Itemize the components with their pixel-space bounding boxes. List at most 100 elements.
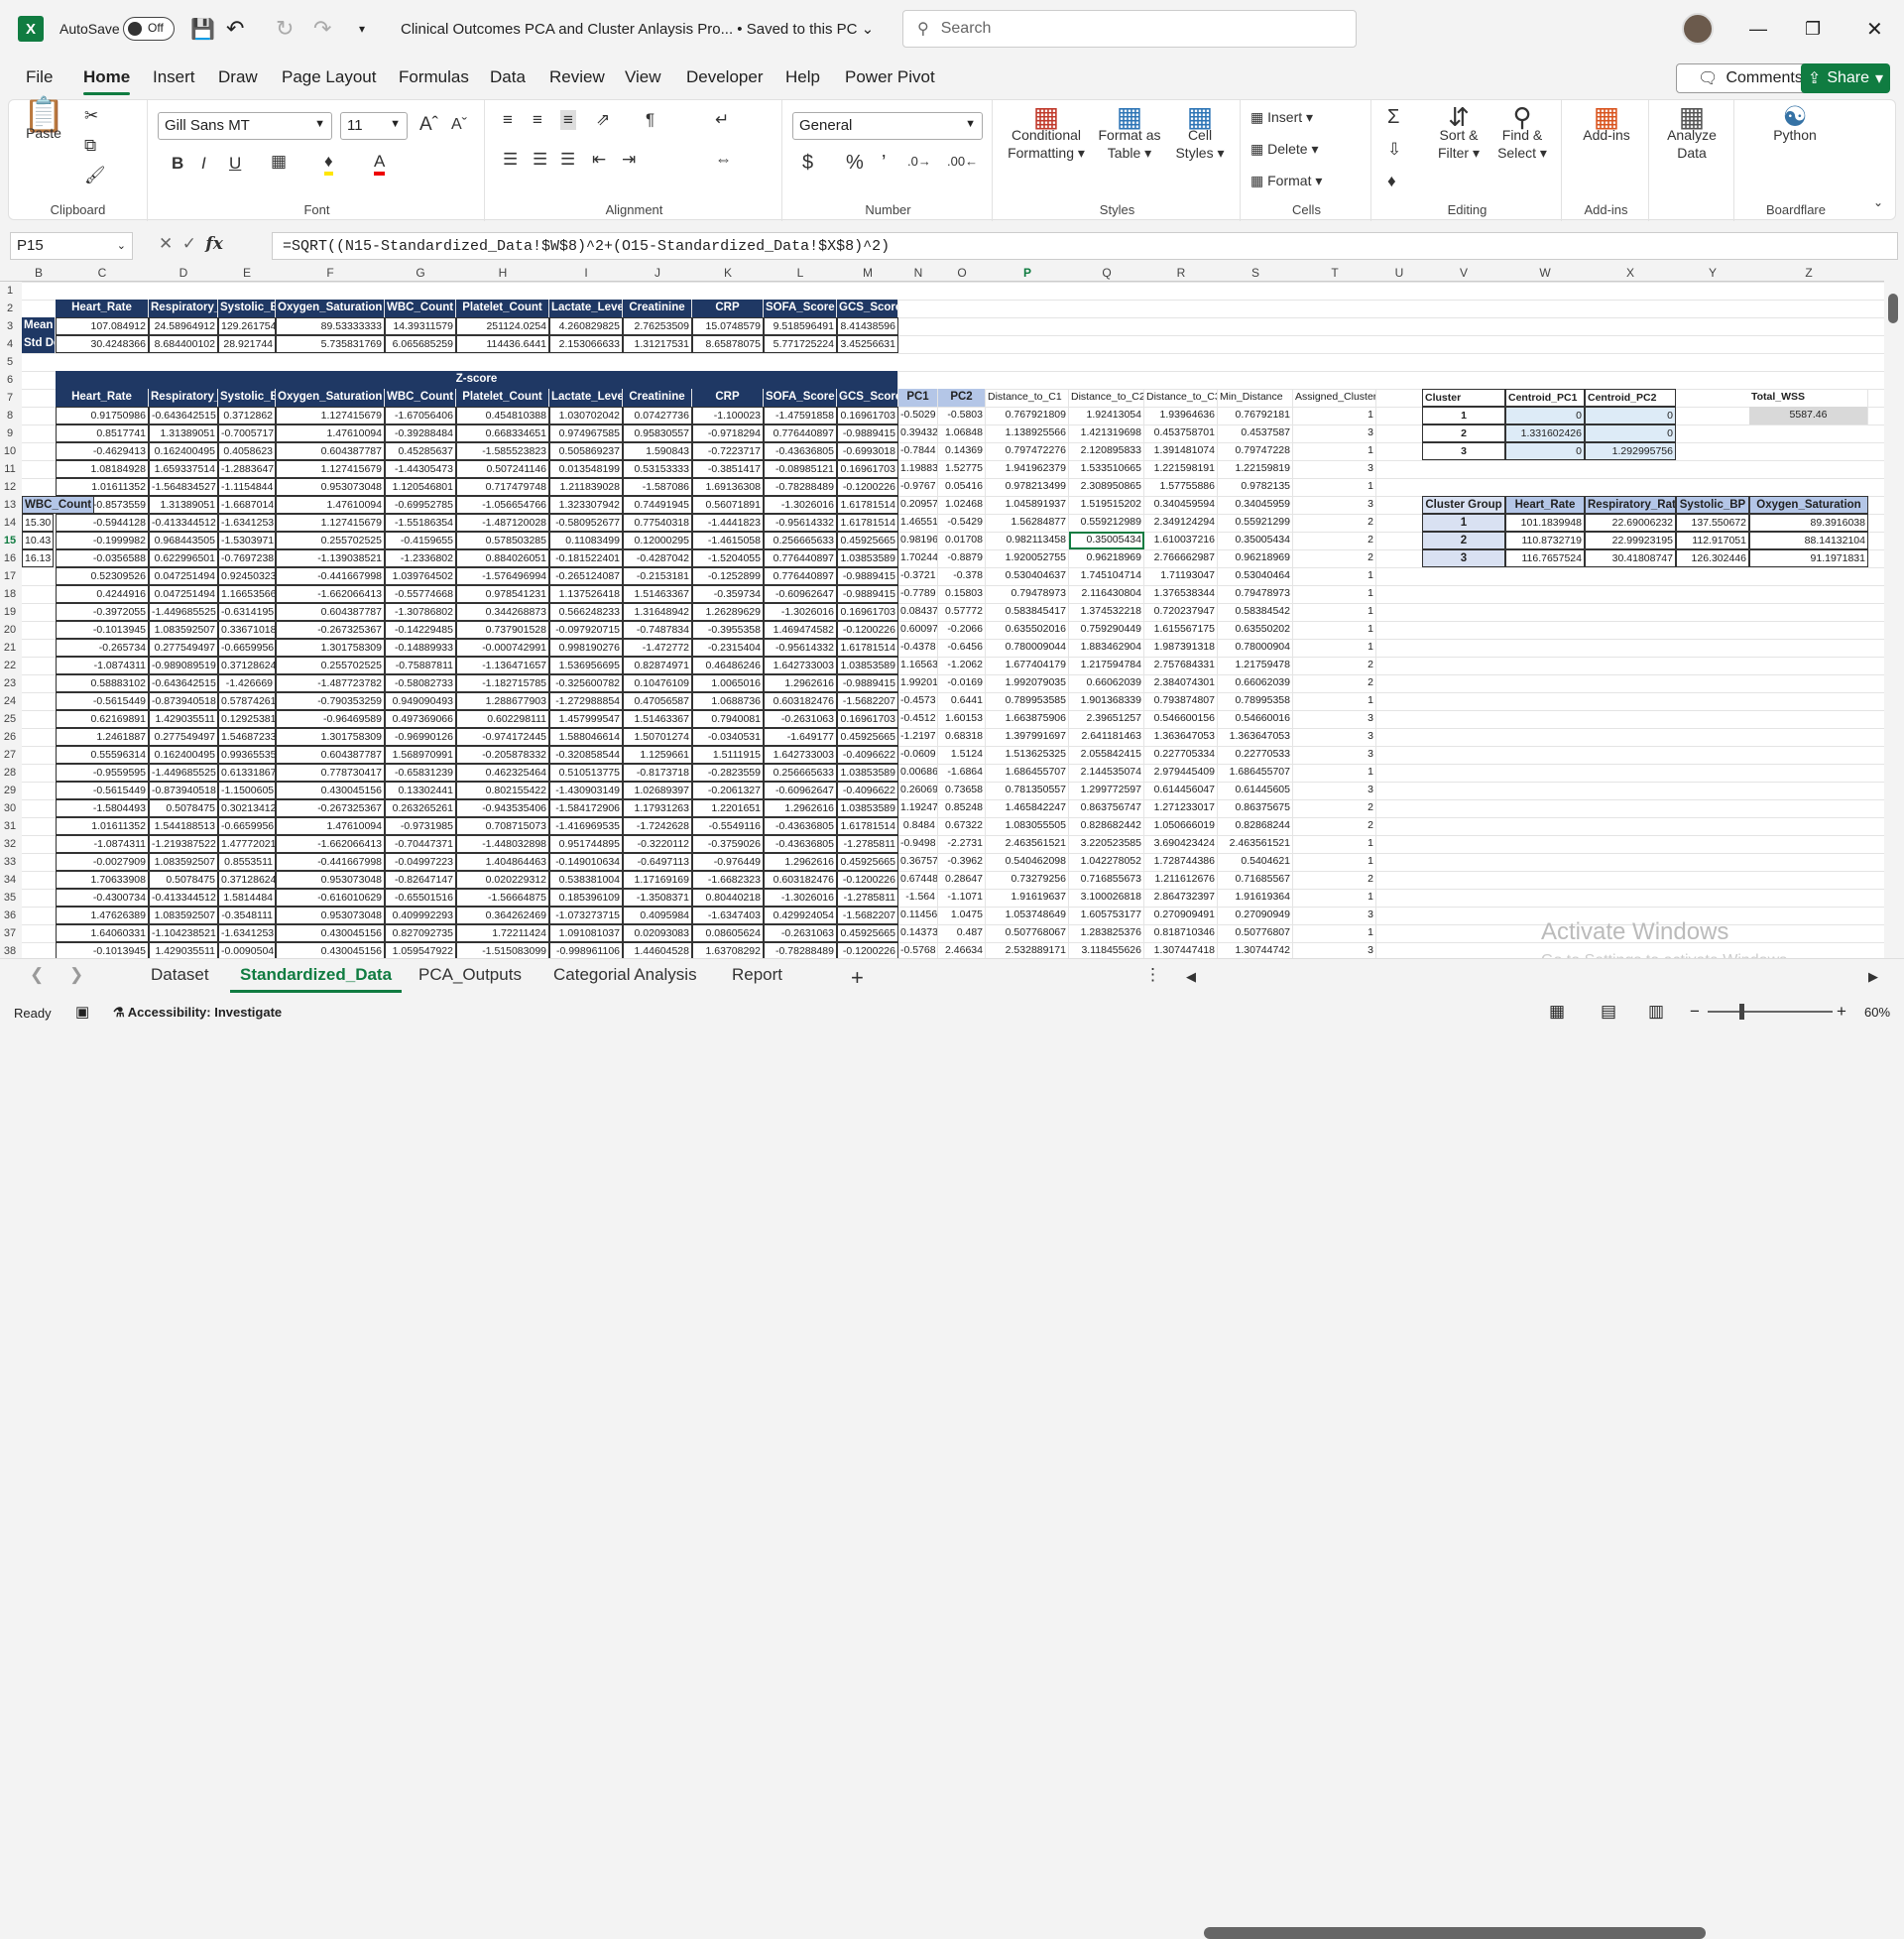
- zscore-cell[interactable]: -0.0340531: [692, 728, 764, 746]
- zscore-cell[interactable]: 0.73279256: [986, 871, 1069, 889]
- zscore-cell[interactable]: -0.43636805: [764, 442, 837, 460]
- cluster-table-cell[interactable]: 0: [1505, 407, 1585, 424]
- zscore-cell[interactable]: -1.182715785: [456, 674, 549, 692]
- mean-value[interactable]: 15.0748579: [692, 317, 764, 335]
- zscore-cell[interactable]: -0.320858544: [549, 746, 623, 764]
- zscore-cell[interactable]: 0.185396109: [549, 889, 623, 907]
- zscore-cell[interactable]: 0.39432: [898, 424, 938, 442]
- zscore-cell[interactable]: 1.63708292: [692, 942, 764, 958]
- zscore-cell[interactable]: 1.920052755: [986, 549, 1069, 567]
- zscore-cell[interactable]: 0.11083499: [549, 532, 623, 549]
- zscore-cell[interactable]: -0.2631063: [764, 924, 837, 942]
- mean-value[interactable]: 89.53333333: [276, 317, 385, 335]
- zscore-cell[interactable]: -0.5803: [938, 407, 986, 424]
- zscore-cell[interactable]: 1.588046614: [549, 728, 623, 746]
- zscore-cell[interactable]: 1.642733003: [764, 746, 837, 764]
- group-table-cell[interactable]: 137.550672: [1676, 514, 1749, 532]
- zscore-cell[interactable]: 1.02689397: [623, 782, 692, 799]
- zscore-cell[interactable]: 2: [1293, 532, 1376, 549]
- column-header-Z[interactable]: Z: [1749, 266, 1868, 280]
- zscore-cell[interactable]: 1.605753177: [1069, 907, 1144, 924]
- zscore-cell[interactable]: -1.1154844: [218, 478, 276, 496]
- zscore-cell[interactable]: -0.441667998: [276, 567, 385, 585]
- zscore-cell[interactable]: 2.641181463: [1069, 728, 1144, 746]
- zscore-cell[interactable]: 0.22770533: [1218, 746, 1293, 764]
- column-header-J[interactable]: J: [623, 266, 692, 280]
- mean-value[interactable]: 14.39311579: [385, 317, 456, 335]
- zscore-cell[interactable]: 1.536956695: [549, 657, 623, 674]
- zscore-cell[interactable]: 0.11456: [898, 907, 938, 924]
- zscore-cell[interactable]: 1.22159819: [1218, 460, 1293, 478]
- zscore-cell[interactable]: 0.35005434: [1218, 532, 1293, 549]
- zscore-cell[interactable]: 0.66062039: [1069, 674, 1144, 692]
- minimize-icon[interactable]: —: [1749, 0, 1767, 58]
- row-header-31[interactable]: 31: [0, 820, 20, 832]
- zscore-cell[interactable]: 0.45925665: [837, 853, 898, 871]
- stddev-value[interactable]: 28.921744: [218, 335, 276, 353]
- zscore-cell[interactable]: 0.96218969: [1069, 549, 1144, 567]
- zscore-cell[interactable]: -1.5204055: [692, 549, 764, 567]
- zscore-cell[interactable]: 1.728744386: [1144, 853, 1218, 871]
- zscore-cell[interactable]: 0.14373: [898, 924, 938, 942]
- zscore-cell[interactable]: -1.56664875: [456, 889, 549, 907]
- zscore-cell[interactable]: 0.27090949: [1218, 907, 1293, 924]
- tab-categorial-analysis[interactable]: Categorial Analysis: [553, 965, 697, 985]
- zscore-cell[interactable]: 0.82868244: [1218, 817, 1293, 835]
- zscore-cell[interactable]: 0.74491945: [623, 496, 692, 514]
- zscore-cell[interactable]: 1.283825376: [1069, 924, 1144, 942]
- zscore-cell[interactable]: 1.363647053: [1144, 728, 1218, 746]
- menu-file[interactable]: File: [26, 67, 53, 87]
- align-center-icon[interactable]: ☰: [533, 150, 547, 170]
- sheet-grid[interactable]: Heart_RateRespiratory_RateSystolic_BPOxy…: [22, 282, 1884, 958]
- column-header-E[interactable]: E: [218, 266, 276, 280]
- row-header-14[interactable]: 14: [0, 517, 20, 529]
- zscore-cell[interactable]: 1.301758309: [276, 728, 385, 746]
- zscore-cell[interactable]: 0.30213412: [218, 799, 276, 817]
- wrap-text-icon[interactable]: ↵: [715, 110, 729, 130]
- zscore-cell[interactable]: 1.92413054: [1069, 407, 1144, 424]
- comma-icon[interactable]: ’: [882, 152, 886, 175]
- zscore-cell[interactable]: 0.668334651: [456, 424, 549, 442]
- zscore-cell[interactable]: 3.220523585: [1069, 835, 1144, 853]
- zscore-cell[interactable]: 0.4095984: [623, 907, 692, 924]
- zscore-cell[interactable]: 0.7940081: [692, 710, 764, 728]
- zscore-cell[interactable]: 0.013548199: [549, 460, 623, 478]
- zscore-cell[interactable]: -0.3220112: [623, 835, 692, 853]
- zscore-cell[interactable]: 1.61781514: [837, 817, 898, 835]
- zscore-cell[interactable]: -0.3955358: [692, 621, 764, 639]
- row-header-34[interactable]: 34: [0, 874, 20, 886]
- column-header-V[interactable]: V: [1422, 266, 1505, 280]
- stddev-value[interactable]: 3.45256631: [837, 335, 898, 353]
- zscore-cell[interactable]: -0.2061327: [692, 782, 764, 799]
- zscore-cell[interactable]: 1.301758309: [276, 639, 385, 657]
- zscore-cell[interactable]: 1.02468: [938, 496, 986, 514]
- zscore-cell[interactable]: 1: [1293, 442, 1376, 460]
- stddev-value[interactable]: 114436.6441: [456, 335, 549, 353]
- column-header-P[interactable]: P: [986, 266, 1069, 280]
- zscore-cell[interactable]: 2.120895833: [1069, 442, 1144, 460]
- total-wss-label[interactable]: Total_WSS: [1749, 389, 1868, 407]
- zscore-cell[interactable]: 0.14369: [938, 442, 986, 460]
- stat-header[interactable]: CRP: [692, 300, 764, 317]
- zscore-cell[interactable]: 1.429035511: [149, 942, 218, 958]
- zscore-cell[interactable]: -1.30786802: [385, 603, 456, 621]
- zscore-cell[interactable]: 1: [1293, 639, 1376, 657]
- menu-help[interactable]: Help: [785, 67, 820, 87]
- save-icon[interactable]: 💾: [190, 0, 215, 58]
- zscore-cell[interactable]: -1.4615058: [692, 532, 764, 549]
- stddev-value[interactable]: 2.153066633: [549, 335, 623, 353]
- zscore-cell[interactable]: -0.1013945: [56, 621, 149, 639]
- conditional-formatting-button[interactable]: ▦ Conditional Formatting ▾: [1003, 103, 1090, 162]
- zscore-cell[interactable]: 1.992079035: [986, 674, 1069, 692]
- zscore-cell[interactable]: -0.378: [938, 567, 986, 585]
- zscore-cell[interactable]: 1.083592507: [149, 853, 218, 871]
- row-header-18[interactable]: 18: [0, 588, 20, 600]
- group-table-cell[interactable]: 101.1839948: [1505, 514, 1585, 532]
- zscore-cell[interactable]: -1.6864: [938, 764, 986, 782]
- zscore-cell[interactable]: 1.0475: [938, 907, 986, 924]
- zscore-cell[interactable]: 1.127415679: [276, 460, 385, 478]
- zscore-cell[interactable]: 0.58883102: [56, 674, 149, 692]
- row-header-29[interactable]: 29: [0, 785, 20, 796]
- zscore-cell[interactable]: 0.802155422: [456, 782, 549, 799]
- zscore-cell[interactable]: -1.472772: [623, 639, 692, 657]
